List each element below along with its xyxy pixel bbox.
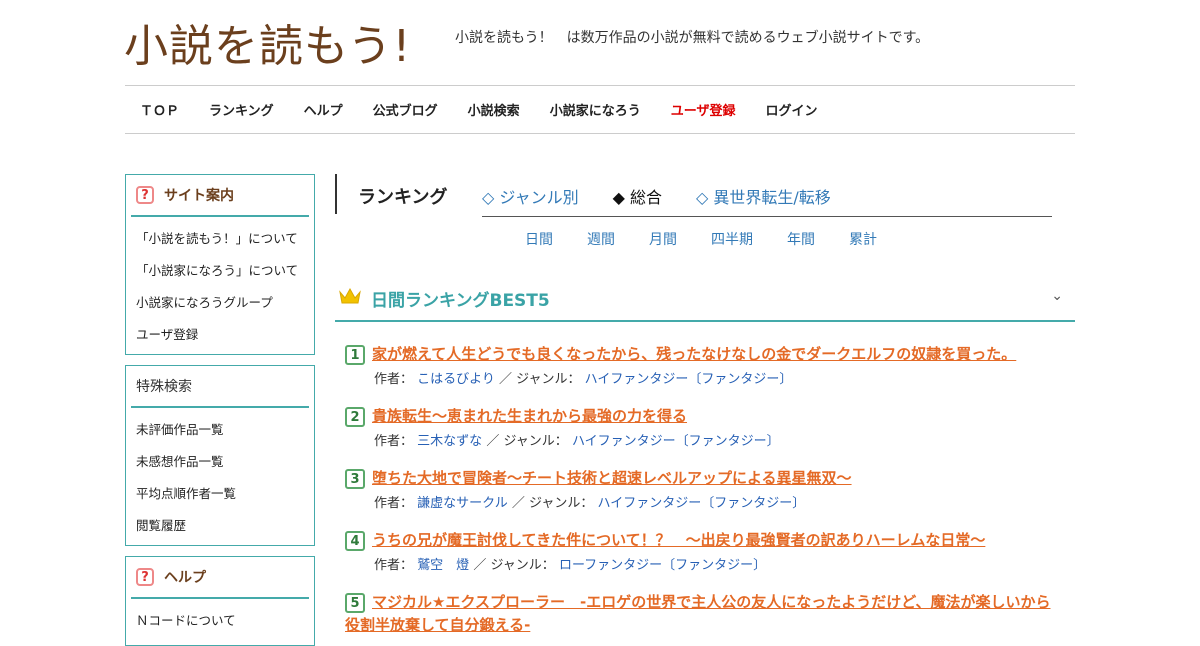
nav-user-register[interactable]: ユーザ登録 — [671, 100, 736, 119]
rank-number: 1 — [345, 345, 365, 365]
ranking-item: 3 堕ちた大地で冒険者〜チート技術と超速レベルアップによる異星無双〜 作者： 謙… — [345, 467, 1065, 511]
tab-overall[interactable]: ◆ 総合 — [613, 184, 662, 208]
nav-login[interactable]: ログイン — [765, 100, 817, 119]
nav-help[interactable]: ヘルプ — [304, 100, 343, 119]
tabs-divider — [482, 216, 1052, 217]
rank-number: 3 — [345, 469, 365, 489]
genre-label: ／ ジャンル： — [473, 558, 555, 573]
sidebar-link-narou-group[interactable]: 小説家になろうグループ — [136, 287, 304, 319]
genre-label: ／ ジャンル： — [486, 434, 568, 449]
novel-meta: 作者： 三木なずな ／ ジャンル： ハイファンタジー〔ファンタジー〕 — [374, 430, 1065, 449]
sidebar-link-ncode[interactable]: Ｎコードについて — [136, 605, 304, 637]
period-total[interactable]: 累計 — [849, 229, 877, 249]
sidebar-link-about-yomou[interactable]: 「小説を読もう！」について — [136, 223, 304, 255]
question-icon: ? — [136, 568, 154, 586]
site-guide-box: ? サイト案内 「小説を読もう！」について 「小説家になろう」について 小説家に… — [125, 174, 315, 355]
nav-syosetu[interactable]: 小説家になろう — [550, 100, 641, 119]
ranking-item: 1 家が燃えて人生どうでも良くなったから、残ったなけなしの金でダークエルフの奴隷… — [345, 343, 1065, 387]
period-yearly[interactable]: 年間 — [787, 229, 815, 249]
genre-link[interactable]: ハイファンタジー〔ファンタジー〕 — [598, 496, 806, 511]
period-links: 日間 週間 月間 四半期 年間 累計 — [525, 229, 911, 249]
question-icon: ? — [136, 186, 154, 204]
author-label: 作者： — [374, 496, 414, 511]
novel-title-link[interactable]: うちの兄が魔王討伐してきた件について！？ ～出戻り最強賢者の訳ありハーレムな日常… — [372, 531, 985, 549]
help-box: ? ヘルプ Ｎコードについて — [125, 556, 315, 646]
period-quarterly[interactable]: 四半期 — [711, 229, 753, 249]
author-link[interactable]: 三木なずな — [417, 434, 482, 449]
rank-number: 2 — [345, 407, 365, 427]
nav-bottom-divider — [125, 133, 1075, 134]
global-nav: ＴＯＰ ランキング ヘルプ 公式ブログ 小説検索 小説家になろう ユーザ登録 ロ… — [125, 86, 1075, 132]
special-search-header: 特殊検索 — [131, 366, 309, 408]
novel-meta: 作者： 鷲空 燈 ／ ジャンル： ローファンタジー〔ファンタジー〕 — [374, 554, 1065, 573]
period-daily[interactable]: 日間 — [525, 229, 553, 249]
period-monthly[interactable]: 月間 — [649, 229, 677, 249]
ranking-item: 2 貴族転生～恵まれた生まれから最強の力を得る 作者： 三木なずな ／ ジャンル… — [345, 405, 1065, 449]
site-logo[interactable]: 小説を読もう! — [124, 10, 411, 74]
novel-title-link[interactable]: マジカル★エクスプローラー -エロゲの世界で主人公の友人になったようだけど、魔法… — [345, 593, 1050, 634]
best5-title: 日間ランキングBEST5 — [371, 291, 550, 311]
nav-ranking[interactable]: ランキング — [209, 100, 274, 119]
novel-meta: 作者： こはるびより ／ ジャンル： ハイファンタジー〔ファンタジー〕 — [374, 368, 1065, 387]
sidebar-link-unrated[interactable]: 未評価作品一覧 — [136, 414, 304, 446]
author-link[interactable]: こはるびより — [417, 372, 495, 387]
genre-link[interactable]: ハイファンタジー〔ファンタジー〕 — [572, 434, 780, 449]
novel-title-link[interactable]: 堕ちた大地で冒険者〜チート技術と超速レベルアップによる異星無双〜 — [372, 469, 852, 487]
genre-link[interactable]: ハイファンタジー〔ファンタジー〕 — [585, 372, 793, 387]
novel-meta: 作者： 謙虚なサークル ／ ジャンル： ハイファンタジー〔ファンタジー〕 — [374, 492, 1065, 511]
sidebar-link-avg-score-authors[interactable]: 平均点順作者一覧 — [136, 478, 304, 510]
period-weekly[interactable]: 週間 — [587, 229, 615, 249]
author-label: 作者： — [374, 372, 414, 387]
sidebar-link-history[interactable]: 閲覧履歴 — [136, 510, 304, 542]
special-search-title: 特殊検索 — [136, 379, 192, 395]
chevron-down-icon[interactable]: ⌄ — [1051, 288, 1063, 304]
help-title: ヘルプ — [164, 570, 206, 586]
author-label: 作者： — [374, 558, 414, 573]
nav-top[interactable]: ＴＯＰ — [140, 100, 179, 119]
genre-link[interactable]: ローファンタジー〔ファンタジー〕 — [559, 558, 766, 573]
novel-title-link[interactable]: 貴族転生～恵まれた生まれから最強の力を得る — [372, 407, 687, 425]
sidebar-link-no-comments[interactable]: 未感想作品一覧 — [136, 446, 304, 478]
nav-official-blog[interactable]: 公式ブログ — [373, 100, 438, 119]
ranking-tabs: ◇ ジャンル別 ◆ 総合 ◇ 異世界転生/転移 — [482, 184, 865, 208]
nav-novel-search[interactable]: 小説検索 — [468, 100, 520, 119]
genre-label: ／ ジャンル： — [511, 496, 594, 511]
author-label: 作者： — [374, 434, 414, 449]
author-link[interactable]: 鷲空 燈 — [417, 558, 469, 573]
ranking-item: 4 うちの兄が魔王討伐してきた件について！？ ～出戻り最強賢者の訳ありハーレムな… — [345, 529, 1065, 573]
ranking-title: ランキング — [358, 187, 448, 208]
tab-isekai[interactable]: ◇ 異世界転生/転移 — [696, 184, 831, 208]
ranking-heading-bar — [335, 174, 337, 214]
help-header: ? ヘルプ — [131, 557, 309, 599]
special-search-box: 特殊検索 未評価作品一覧 未感想作品一覧 平均点順作者一覧 閲覧履歴 — [125, 365, 315, 546]
tab-genre[interactable]: ◇ ジャンル別 — [482, 184, 579, 208]
genre-label: ／ ジャンル： — [499, 372, 581, 387]
site-guide-title: サイト案内 — [164, 188, 234, 204]
rank-number: 4 — [345, 531, 365, 551]
site-guide-header: ? サイト案内 — [131, 175, 309, 217]
best5-header[interactable]: 日間ランキングBEST5 ⌄ — [335, 276, 1075, 322]
site-tagline: 小説を読もう！ は数万作品の小説が無料で読めるウェブ小説サイトです。 — [455, 30, 930, 46]
ranking-item: 5 マジカル★エクスプローラー -エロゲの世界で主人公の友人になったようだけど、… — [345, 591, 1060, 637]
author-link[interactable]: 謙虚なサークル — [417, 496, 508, 511]
novel-title-link[interactable]: 家が燃えて人生どうでも良くなったから、残ったなけなしの金でダークエルフの奴隷を買… — [372, 345, 1016, 363]
sidebar-link-about-narou[interactable]: 「小説家になろう」について — [136, 255, 304, 287]
rank-number: 5 — [345, 593, 365, 613]
crown-icon — [339, 287, 361, 304]
sidebar-link-user-register[interactable]: ユーザ登録 — [136, 319, 304, 351]
